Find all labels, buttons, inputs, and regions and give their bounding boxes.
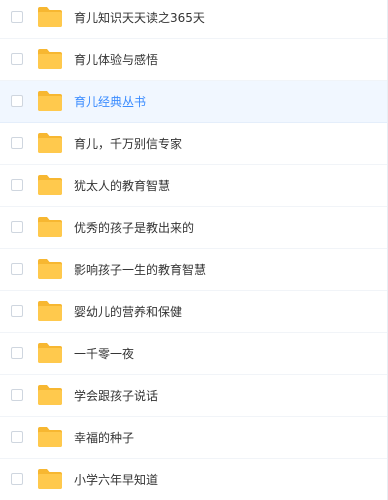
folder-name[interactable]: 影响孩子一生的教育智慧 <box>74 249 206 291</box>
select-checkbox[interactable] <box>11 389 23 401</box>
select-checkbox[interactable] <box>11 137 23 149</box>
list-item[interactable]: 育儿经典丛书 <box>0 81 387 123</box>
folder-name[interactable]: 学会跟孩子说话 <box>74 375 158 417</box>
file-list: 育儿知识天天读之365天 育儿体验与感悟 育儿经典丛书 育儿，千万别信专家 犹太 <box>0 0 388 500</box>
list-item[interactable]: 一千零一夜 <box>0 333 387 375</box>
folder-icon <box>38 385 62 405</box>
folder-icon <box>38 133 62 153</box>
folder-name[interactable]: 幸福的种子 <box>74 417 134 459</box>
folder-icon <box>38 91 62 111</box>
list-item[interactable]: 育儿体验与感悟 <box>0 39 387 81</box>
select-checkbox[interactable] <box>11 347 23 359</box>
select-checkbox[interactable] <box>11 221 23 233</box>
select-checkbox[interactable] <box>11 263 23 275</box>
folder-name[interactable]: 小学六年早知道 <box>74 459 158 500</box>
folder-name[interactable]: 育儿体验与感悟 <box>74 39 158 81</box>
list-item[interactable]: 婴幼儿的营养和保健 <box>0 291 387 333</box>
list-item[interactable]: 育儿，千万别信专家 <box>0 123 387 165</box>
list-item[interactable]: 影响孩子一生的教育智慧 <box>0 249 387 291</box>
list-item[interactable]: 小学六年早知道 <box>0 459 387 500</box>
folder-icon <box>38 301 62 321</box>
folder-icon <box>38 175 62 195</box>
list-item[interactable]: 育儿知识天天读之365天 <box>0 0 387 39</box>
list-item[interactable]: 学会跟孩子说话 <box>0 375 387 417</box>
select-checkbox[interactable] <box>11 179 23 191</box>
folder-icon <box>38 7 62 27</box>
folder-icon <box>38 427 62 447</box>
folder-name[interactable]: 育儿经典丛书 <box>74 81 146 123</box>
select-checkbox[interactable] <box>11 53 23 65</box>
folder-icon <box>38 49 62 69</box>
folder-name[interactable]: 育儿，千万别信专家 <box>74 123 182 165</box>
select-checkbox[interactable] <box>11 431 23 443</box>
list-item[interactable]: 幸福的种子 <box>0 417 387 459</box>
select-checkbox[interactable] <box>11 95 23 107</box>
folder-icon <box>38 469 62 489</box>
folder-name[interactable]: 育儿知识天天读之365天 <box>74 0 205 39</box>
folder-name[interactable]: 优秀的孩子是教出来的 <box>74 207 194 249</box>
folder-name[interactable]: 婴幼儿的营养和保健 <box>74 291 182 333</box>
folder-name[interactable]: 犹太人的教育智慧 <box>74 165 170 207</box>
folder-icon <box>38 343 62 363</box>
select-checkbox[interactable] <box>11 11 23 23</box>
select-checkbox[interactable] <box>11 473 23 485</box>
folder-icon <box>38 217 62 237</box>
select-checkbox[interactable] <box>11 305 23 317</box>
list-item[interactable]: 犹太人的教育智慧 <box>0 165 387 207</box>
folder-name[interactable]: 一千零一夜 <box>74 333 134 375</box>
folder-icon <box>38 259 62 279</box>
list-item[interactable]: 优秀的孩子是教出来的 <box>0 207 387 249</box>
